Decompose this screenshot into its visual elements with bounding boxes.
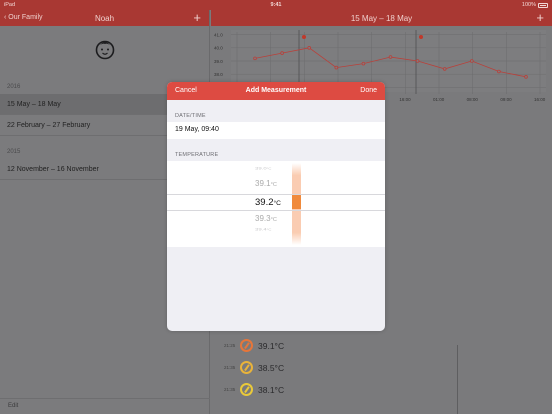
chart-x-tick-label: 09:00	[500, 97, 512, 102]
measurement-entry[interactable]: 21:35 38.1°C	[211, 382, 411, 400]
measurement-entry[interactable]: 21:25 39.1°C	[211, 338, 411, 356]
add-measurement-dialog: Cancel Add Measurement Done DATE/TIME 19…	[167, 82, 385, 331]
chart-data-point	[497, 69, 501, 74]
chart-y-tick-label: 41.0	[214, 32, 223, 37]
chart-y-tick-label: 40.0	[214, 46, 223, 51]
thermometer-icon	[240, 383, 253, 396]
datetime-header: DATE/TIME	[175, 113, 206, 119]
status-bar: iPad 9:41 100%	[0, 0, 552, 10]
battery-status: 100%	[522, 2, 548, 8]
picker-option-selected[interactable]: 39.2°C	[255, 197, 295, 208]
chart-data-point	[415, 59, 420, 63]
left-navbar: ‹ Our Family Noah +	[0, 10, 209, 26]
add-icon[interactable]: +	[193, 11, 201, 24]
picker-option[interactable]: 39.1°C	[255, 179, 295, 188]
picker-option[interactable]: 39.0°C	[255, 167, 295, 171]
chart-data-point	[307, 46, 311, 50]
timeline-line	[457, 345, 458, 414]
chart-data-point	[388, 55, 393, 59]
datetime-field[interactable]: 19 May, 09:40	[167, 122, 385, 139]
chart-data-point	[524, 75, 528, 79]
picker-option[interactable]: 39.3°C	[255, 214, 295, 223]
temperature-header: TEMPERATURE	[175, 152, 219, 158]
right-navbar: 15 May – 18 May +	[211, 10, 552, 26]
battery-percent: 100%	[521, 2, 536, 8]
chart-x-tick-label: 08:00	[467, 97, 479, 102]
chart-data-point	[334, 65, 339, 70]
thermometer-icon	[240, 361, 253, 374]
entry-value: 38.1°C	[258, 385, 285, 395]
thermometer-icon	[240, 339, 253, 352]
avatar-area	[0, 26, 209, 80]
chart-x-tick-label: 16:00	[534, 97, 546, 102]
left-toolbar	[0, 398, 210, 414]
chart-x-tick-label: 01:00	[433, 97, 445, 102]
picker-divider	[167, 210, 385, 211]
edit-button[interactable]: Edit	[8, 403, 18, 409]
entry-time: 21:35	[224, 365, 236, 370]
picker-option[interactable]: 39.4°C	[255, 228, 295, 232]
medicine-marker-icon	[419, 35, 423, 39]
entry-value: 38.5°C	[258, 363, 285, 373]
dialog-title: Add Measurement	[245, 87, 307, 94]
medicine-marker-icon	[302, 35, 306, 39]
add-measurement-icon[interactable]: +	[536, 11, 544, 24]
chart-x-tick-label: 16:00	[399, 97, 411, 102]
chart-data-point	[469, 59, 474, 63]
chart-data-point	[442, 67, 447, 71]
status-time: 9:41	[270, 2, 282, 8]
entry-value: 39.1°C	[258, 341, 285, 351]
measurement-entry[interactable]: 21:35 38.5°C	[211, 360, 411, 378]
chart-data-point	[361, 61, 366, 66]
chart-y-tick-label: 39.0	[214, 59, 223, 64]
chart-data-point	[280, 51, 284, 55]
picker-divider	[167, 194, 385, 195]
entry-time: 21:35	[224, 387, 236, 392]
chart-data-point	[253, 56, 257, 61]
dialog-navbar: Cancel Add Measurement Done	[167, 82, 385, 100]
chart-y-tick-label: 38.0	[214, 72, 223, 77]
avatar-boy-icon[interactable]	[95, 38, 115, 60]
done-button[interactable]: Done	[360, 87, 377, 94]
entry-time: 21:25	[224, 343, 236, 348]
detail-title: 15 May – 18 May	[350, 13, 413, 23]
battery-icon	[538, 2, 548, 8]
person-name: Noah	[94, 13, 115, 23]
temperature-picker[interactable]: 39.0°C 39.1°C 39.2°C 39.3°C 39.4°C	[167, 161, 385, 247]
